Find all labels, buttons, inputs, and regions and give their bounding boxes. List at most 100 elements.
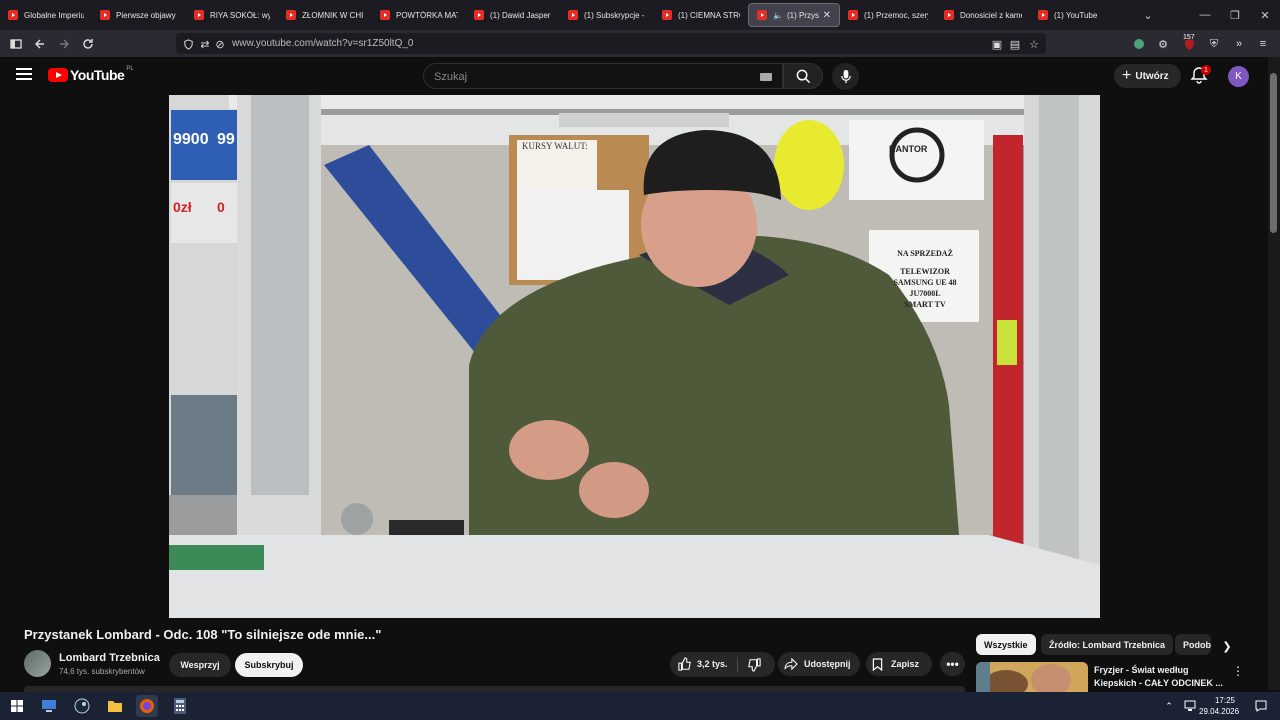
hamburger-menu-icon[interactable] xyxy=(16,68,32,82)
sidebar-toggle-icon[interactable] xyxy=(6,34,26,54)
channel-avatar[interactable] xyxy=(24,650,51,677)
chip-similar[interactable]: Podob xyxy=(1175,634,1211,655)
windows-start-icon[interactable] xyxy=(6,695,28,717)
channel-name[interactable]: Lombard Trzebnica xyxy=(59,652,160,664)
search-input[interactable]: Szukaj xyxy=(423,63,783,89)
steam-icon[interactable] xyxy=(71,695,93,717)
dislike-button[interactable] xyxy=(747,658,761,677)
more-tools-icon[interactable]: » xyxy=(1232,37,1246,51)
calculator-icon[interactable] xyxy=(169,695,191,717)
promo-poster-price-2: 0 xyxy=(217,199,225,215)
restore-window-button[interactable]: ❐ xyxy=(1220,0,1250,30)
like-button[interactable] xyxy=(678,657,692,676)
chevron-right-icon[interactable]: ❯ xyxy=(1219,638,1235,654)
permissions-icon[interactable]: ⇄ xyxy=(198,37,212,51)
minimize-window-button[interactable]: — xyxy=(1190,0,1220,30)
video-frame xyxy=(169,95,1100,618)
menu-icon[interactable]: ≡ xyxy=(1256,37,1270,51)
youtube-favicon-icon xyxy=(380,10,390,20)
create-button[interactable]: + Utwórz xyxy=(1114,64,1181,88)
promo-poster-number-2: 99 xyxy=(217,131,235,148)
account-avatar[interactable]: K xyxy=(1228,66,1249,87)
save-button[interactable]: Zapisz xyxy=(866,652,932,676)
chip-all[interactable]: Wszystkie xyxy=(976,634,1036,655)
like-dislike-group: 3,2 tys. xyxy=(670,652,775,677)
sale-sign-line-1: NA SPRZEDAŻ xyxy=(897,249,953,258)
browser-tab[interactable]: 🔈(1) Przystan ✕ xyxy=(748,3,840,27)
privacy-badger-icon[interactable]: ⛨ xyxy=(1207,37,1221,51)
remote-desktop-icon[interactable] xyxy=(38,695,60,717)
blocked-media-icon[interactable]: ⊘ xyxy=(213,37,227,51)
url-text: www.youtube.com/watch?v=sr1Z50ltQ_0 xyxy=(232,38,414,49)
tab-list-dropdown-icon[interactable]: ⌄ xyxy=(1133,0,1163,30)
file-explorer-icon[interactable] xyxy=(104,695,126,717)
ublock-count-badge: 157 xyxy=(1183,34,1195,41)
reload-button[interactable] xyxy=(78,34,98,54)
region-code: PL xyxy=(126,66,134,72)
video-player[interactable]: KANTOR KURSY WALUT: NA SPRZEDAŻ TELEWIZO… xyxy=(169,95,1100,618)
browser-tab[interactable]: (1) Dawid Jasper W xyxy=(466,3,560,27)
tab-label: (1) Subskrypcje - Y xyxy=(584,10,646,20)
tray-overflow-icon[interactable]: ⌃ xyxy=(1158,695,1180,717)
notification-center-icon[interactable] xyxy=(1250,695,1272,717)
picture-in-picture-icon[interactable]: ▣ xyxy=(990,37,1004,51)
forward-button[interactable] xyxy=(54,34,74,54)
browser-tab[interactable]: Pierwsze objawy R xyxy=(92,3,186,27)
youtube-logo[interactable]: YouTube PL xyxy=(48,66,134,83)
youtube-favicon-icon xyxy=(286,10,296,20)
bookmark-star-icon[interactable]: ☆ xyxy=(1027,37,1041,51)
browser-tab-strip: Globalne Imperium Pierwsze objawy R RIYA S… xyxy=(0,0,1280,30)
youtube-favicon-icon xyxy=(944,10,954,20)
more-horizontal-icon: ••• xyxy=(946,657,959,671)
tab-label: Globalne Imperium xyxy=(24,10,84,20)
reader-view-icon[interactable]: ▤ xyxy=(1008,37,1022,51)
browser-tab[interactable]: RIYA SOKÓŁ: wywi xyxy=(186,3,278,27)
browser-tab[interactable]: (1) CIEMNA STRON xyxy=(654,3,748,27)
youtube-favicon-icon xyxy=(568,10,578,20)
recommended-video-title[interactable]: Fryzjer - Świat według Kiepskich - CAŁY … xyxy=(1094,664,1224,690)
shield-icon[interactable] xyxy=(181,37,195,51)
close-window-button[interactable]: ✕ xyxy=(1250,0,1280,30)
sale-sign-line-3: SAMSUNG UE 48 xyxy=(893,278,957,287)
vpn-shield-icon[interactable] xyxy=(1132,37,1146,51)
scrollbar-thumb[interactable] xyxy=(1270,73,1277,233)
recommended-video-thumbnail[interactable] xyxy=(976,662,1088,692)
tab-list: Globalne Imperium Pierwsze objawy R RIYA S… xyxy=(0,0,1118,30)
browser-tab[interactable]: (1) Subskrypcje - Y xyxy=(560,3,654,27)
more-actions-button[interactable]: ••• xyxy=(940,652,965,676)
tab-label: POWTÓRKA MATU xyxy=(396,10,458,20)
clock-date[interactable]: 29.04.2026 xyxy=(1199,707,1239,716)
close-tab-icon[interactable]: ✕ xyxy=(823,10,831,21)
back-button[interactable] xyxy=(30,34,50,54)
sale-sign-line-2: TELEWIZOR xyxy=(900,267,950,276)
youtube-favicon-icon xyxy=(1038,10,1048,20)
clock-time[interactable]: 17:25 xyxy=(1203,696,1235,705)
browser-tab[interactable]: Globalne Imperium xyxy=(0,3,92,27)
keyboard-icon[interactable] xyxy=(760,73,772,81)
vertical-more-icon[interactable]: ⋮ xyxy=(1232,664,1246,678)
browser-tab[interactable]: ZŁOMNIK W CHIN xyxy=(278,3,372,27)
tab-label: (1) Dawid Jasper W xyxy=(490,10,552,20)
browser-tab[interactable]: (1) YouTube xyxy=(1030,3,1118,27)
thumbs-down-icon xyxy=(748,658,761,672)
search-button[interactable] xyxy=(783,63,823,89)
support-button[interactable]: Wesprzyj xyxy=(169,653,231,677)
plus-icon: + xyxy=(1122,67,1132,84)
youtube-favicon-icon xyxy=(662,10,672,20)
speaker-icon[interactable]: 🔈 xyxy=(773,11,783,20)
browser-tab[interactable]: Donosiciel z kamer xyxy=(936,3,1030,27)
notification-count-badge: 1 xyxy=(1201,65,1211,75)
address-bar[interactable]: ⇄ ⊘ www.youtube.com/watch?v=sr1Z50ltQ_0 … xyxy=(176,33,1046,54)
share-button[interactable]: Udostępnij xyxy=(778,652,860,676)
browser-tab[interactable]: (1) Przemoc, szeryf xyxy=(840,3,936,27)
browser-tab[interactable]: POWTÓRKA MATU xyxy=(372,3,466,27)
voice-search-button[interactable] xyxy=(832,63,859,90)
firefox-icon[interactable] xyxy=(136,695,158,717)
youtube-play-logo-icon xyxy=(48,68,68,82)
tab-label: RIYA SOKÓŁ: wywi xyxy=(210,10,270,20)
subscribe-button[interactable]: Subskrybuj xyxy=(235,653,303,677)
currency-rates-sign-text: KURSY WALUT: xyxy=(522,141,588,151)
chip-source-channel[interactable]: Źródło: Lombard Trzebnica xyxy=(1041,634,1174,655)
page-scrollbar[interactable] xyxy=(1268,57,1280,690)
extensions-puzzle-icon[interactable]: ⚙ xyxy=(1156,37,1170,51)
